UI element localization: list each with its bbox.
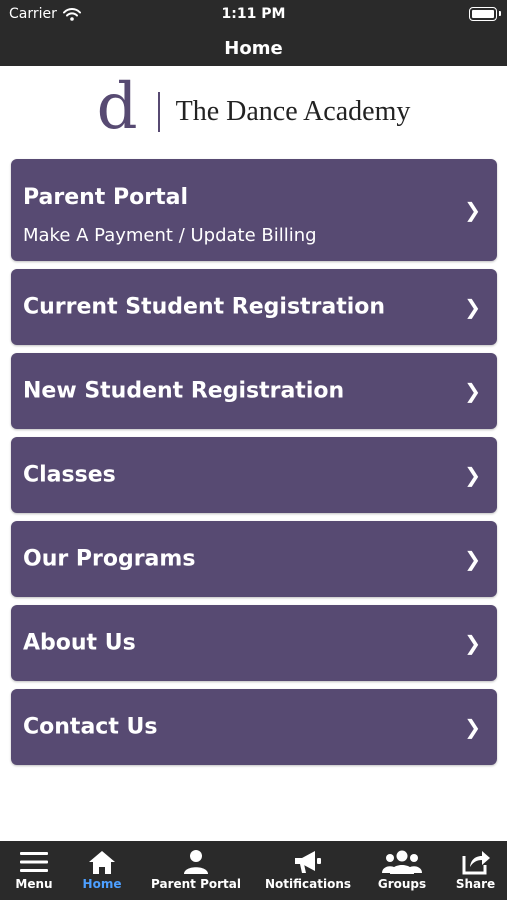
menu-item-our-programs[interactable]: Our Programs ❯ (11, 521, 497, 597)
menu-item-new-student-registration[interactable]: New Student Registration ❯ (11, 353, 497, 429)
clock: 1:11 PM (221, 6, 286, 22)
logo-name: The Dance Academy (175, 96, 411, 127)
tab-label: Home (82, 877, 122, 891)
menu-item-contact-us[interactable]: Contact Us ❯ (11, 689, 497, 765)
tab-menu[interactable]: Menu (0, 841, 68, 900)
tab-share[interactable]: Share (444, 841, 507, 900)
chevron-right-icon: ❯ (464, 631, 481, 655)
tab-parent-portal[interactable]: Parent Portal (136, 841, 256, 900)
tab-home[interactable]: Home (68, 841, 136, 900)
menu-item-current-student-registration[interactable]: Current Student Registration ❯ (11, 269, 497, 345)
menu-item-title: Contact Us (23, 714, 158, 740)
tab-label: Menu (15, 877, 53, 891)
tab-label: Share (455, 877, 496, 891)
logo-divider (157, 92, 160, 132)
menu-item-title: Parent Portal (23, 185, 188, 210)
chevron-right-icon: ❯ (464, 198, 481, 222)
megaphone-icon (295, 851, 321, 873)
navigation-bar: Home (0, 30, 507, 66)
menu-item-title: About Us (23, 630, 136, 656)
chevron-right-icon: ❯ (464, 295, 481, 319)
group-icon (382, 850, 422, 874)
chevron-right-icon: ❯ (464, 715, 481, 739)
tab-label: Parent Portal (151, 877, 241, 891)
menu-item-classes[interactable]: Classes ❯ (11, 437, 497, 513)
chevron-right-icon: ❯ (464, 379, 481, 403)
tab-bar: Menu Home Parent Portal Notifications Gr… (0, 841, 507, 900)
menu-item-title: Classes (23, 462, 116, 488)
menu-item-title: Current Student Registration (23, 294, 386, 320)
menu-item-parent-portal[interactable]: Parent Portal Make A Payment / Update Bi… (11, 159, 497, 261)
battery-icon (469, 7, 501, 21)
chevron-right-icon: ❯ (464, 463, 481, 487)
share-icon (462, 851, 490, 875)
tab-label: Notifications (264, 877, 352, 891)
status-bar: Carrier 1:11 PM (0, 0, 507, 30)
tab-notifications[interactable]: Notifications (256, 841, 360, 900)
hamburger-icon (20, 852, 48, 872)
menu-item-subtitle: Make A Payment / Update Billing (23, 225, 317, 246)
home-icon (89, 851, 115, 874)
menu-item-title: New Student Registration (23, 378, 345, 404)
logo-mark: d (96, 70, 138, 144)
academy-logo: d The Dance Academy (0, 66, 507, 158)
menu-item-about-us[interactable]: About Us ❯ (11, 605, 497, 681)
home-menu: Parent Portal Make A Payment / Update Bi… (11, 159, 497, 773)
menu-item-title: Our Programs (23, 546, 196, 572)
chevron-right-icon: ❯ (464, 547, 481, 571)
tab-groups[interactable]: Groups (360, 841, 444, 900)
tab-label: Groups (377, 877, 427, 891)
page-title: Home (224, 37, 283, 59)
person-icon (184, 850, 208, 874)
